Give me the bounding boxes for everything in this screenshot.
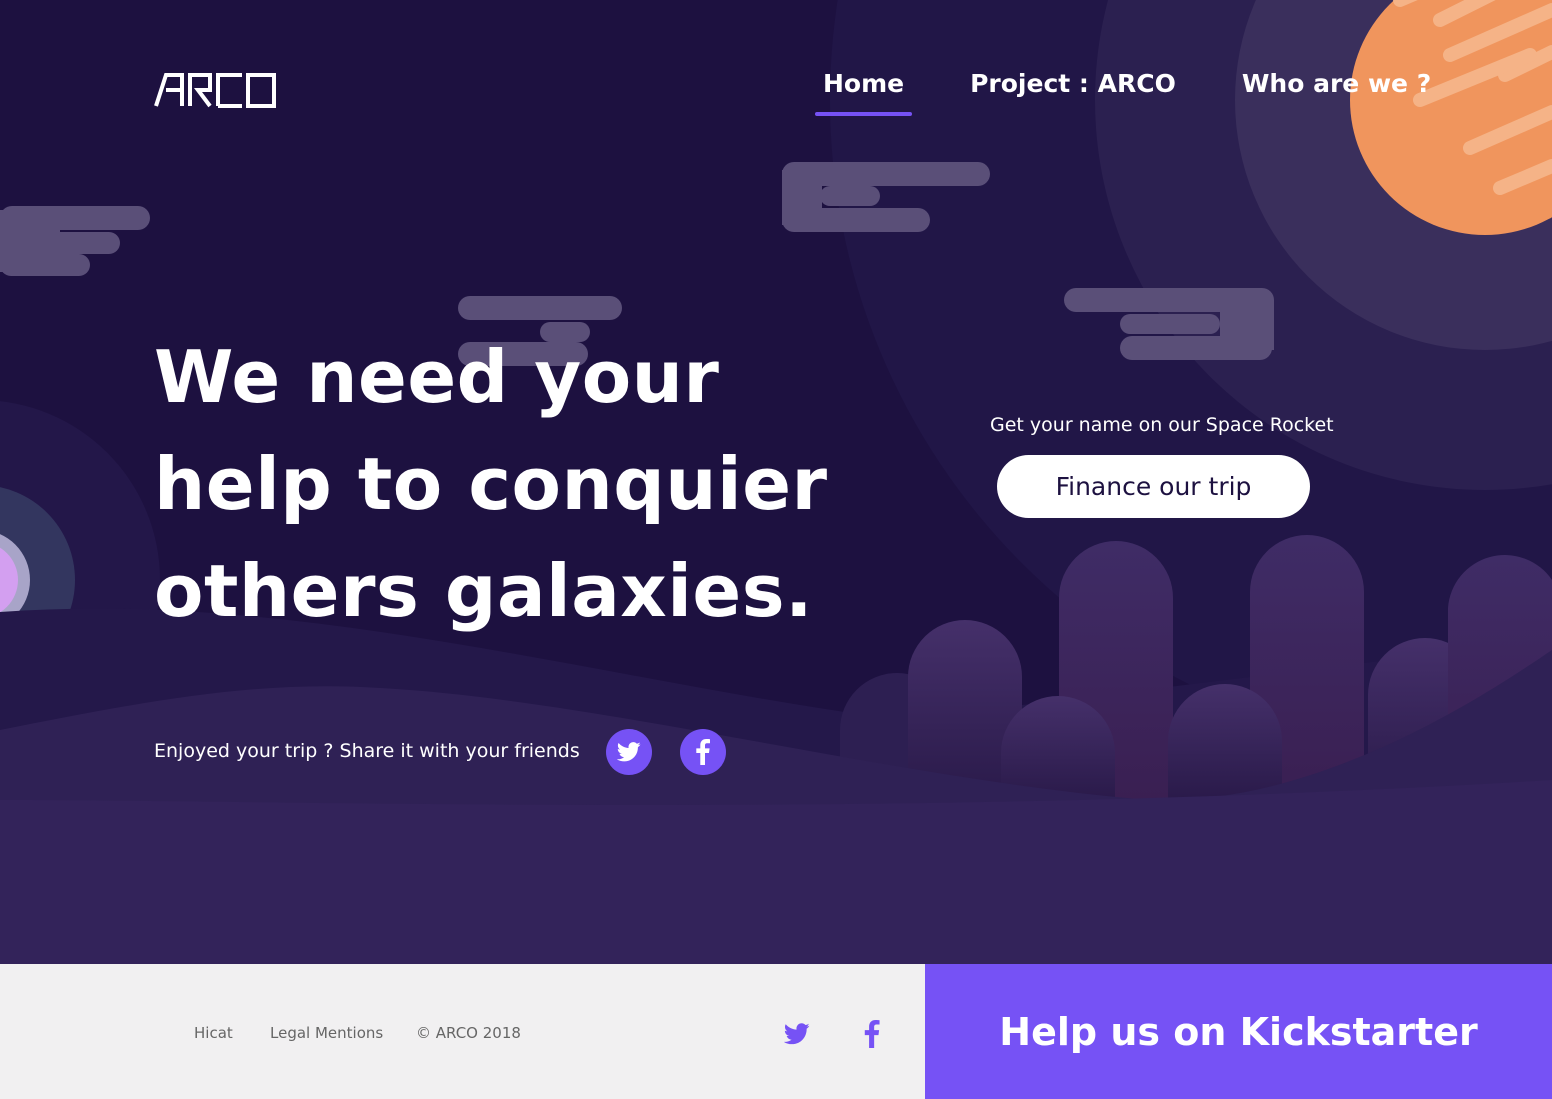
headline-line: others galaxies. xyxy=(154,549,813,633)
hero-section: Home Project : ARCO Who are we ? We need… xyxy=(0,0,1552,964)
share-facebook-button[interactable] xyxy=(680,729,726,775)
share-twitter-button[interactable] xyxy=(606,729,652,775)
hero-headline: We need your help to conquier others gal… xyxy=(154,324,828,645)
share-text: Enjoyed your trip ? Share it with your f… xyxy=(154,740,580,762)
facebook-icon xyxy=(864,1020,880,1048)
footer-facebook-button[interactable] xyxy=(855,1017,889,1051)
kickstarter-button[interactable]: Help us on Kickstarter xyxy=(925,964,1552,1099)
finance-trip-button[interactable]: Finance our trip xyxy=(997,455,1310,518)
twitter-icon xyxy=(617,742,641,762)
nav-item-home[interactable]: Home xyxy=(815,66,913,116)
headline-line: help to conquier xyxy=(154,442,828,526)
footer-twitter-button[interactable] xyxy=(780,1017,814,1051)
nav-item-project[interactable]: Project : ARCO xyxy=(970,66,1176,116)
active-indicator xyxy=(815,112,913,116)
ground xyxy=(0,780,1552,964)
nav-item-label: Home xyxy=(823,69,905,98)
cta-caption: Get your name on our Space Rocket xyxy=(990,414,1334,436)
main-nav: Home Project : ARCO Who are we ? xyxy=(815,66,1431,116)
nav-item-who-are-we[interactable]: Who are we ? xyxy=(1242,66,1431,116)
twitter-icon xyxy=(784,1023,810,1045)
arco-logo[interactable] xyxy=(154,72,278,108)
footer-link-hicat[interactable]: Hicat xyxy=(194,1024,233,1042)
footer-link-legal-mentions[interactable]: Legal Mentions xyxy=(270,1024,383,1042)
nav-item-label: Who are we ? xyxy=(1241,69,1432,98)
nav-item-label: Project : ARCO xyxy=(970,69,1176,98)
footer-copyright: © ARCO 2018 xyxy=(416,1024,521,1042)
facebook-icon xyxy=(696,739,710,765)
headline-line: We need your xyxy=(154,335,720,419)
